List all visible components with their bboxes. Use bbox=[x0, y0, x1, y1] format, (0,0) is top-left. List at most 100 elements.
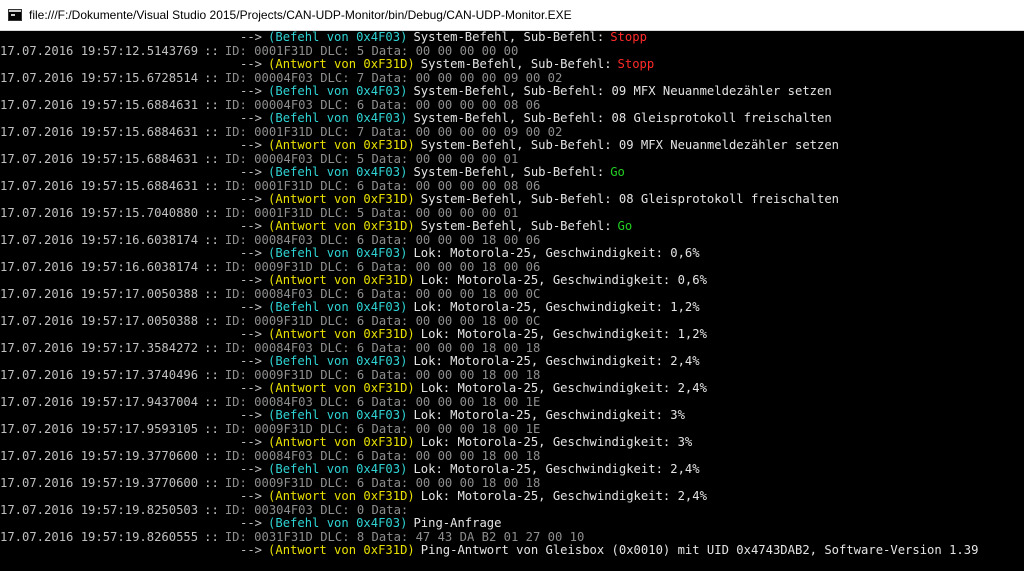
log-description: Lok: Motorola-25, Geschwindigkeit: 2,4% bbox=[413, 463, 700, 476]
log-description: System-Befehl, Sub-Befehl: bbox=[413, 166, 605, 179]
log-separator: :: bbox=[204, 179, 219, 193]
log-raw-data: ID: 00084F03 DLC: 6 Data: 00 00 00 18 00… bbox=[224, 287, 541, 301]
log-description: System-Befehl, Sub-Befehl: 08 Gleisproto… bbox=[420, 193, 840, 206]
log-raw-line: 17.07.2016 19:57:17.0050388:: ID: 0009F31… bbox=[0, 315, 1024, 329]
log-timestamp: 17.07.2016 19:57:19.8250503 bbox=[0, 503, 199, 517]
log-raw-data: ID: 00004F03 DLC: 7 Data: 00 00 00 00 09… bbox=[224, 71, 563, 85]
log-arrow: --> bbox=[240, 409, 263, 422]
log-timestamp: 17.07.2016 19:57:15.7040880 bbox=[0, 206, 199, 220]
log-description: System-Befehl, Sub-Befehl: bbox=[420, 220, 612, 233]
log-decoded-line: --> (Antwort von 0xF31D) System-Befehl, Su… bbox=[0, 58, 1024, 72]
log-description: Lok: Motorola-25, Geschwindigkeit: 0,6% bbox=[413, 247, 700, 260]
log-source: (Antwort von 0xF31D) bbox=[268, 193, 415, 206]
log-decoded-line: --> (Antwort von 0xF31D) Lok: Motorola-25,… bbox=[0, 328, 1024, 342]
log-raw-data: ID: 0009F31D DLC: 6 Data: 00 00 00 18 00… bbox=[224, 422, 541, 436]
log-timestamp: 17.07.2016 19:57:17.0050388 bbox=[0, 314, 199, 328]
log-decoded-line: --> (Befehl von 0x4F03) Lok: Motorola-25, … bbox=[0, 247, 1024, 261]
log-source: (Antwort von 0xF31D) bbox=[268, 436, 415, 449]
log-timestamp: 17.07.2016 19:57:16.6038174 bbox=[0, 233, 199, 247]
log-source: (Befehl von 0x4F03) bbox=[268, 355, 408, 368]
log-source: (Befehl von 0x4F03) bbox=[268, 166, 408, 179]
log-raw-data: ID: 0009F31D DLC: 6 Data: 00 00 00 18 00… bbox=[224, 260, 541, 274]
log-raw-data: ID: 00084F03 DLC: 6 Data: 00 00 00 18 00… bbox=[224, 449, 541, 463]
log-description: System-Befehl, Sub-Befehl: 08 Gleisproto… bbox=[413, 112, 832, 125]
log-decoded-line: --> (Befehl von 0x4F03) Lok: Motorola-25, … bbox=[0, 355, 1024, 369]
log-description: System-Befehl, Sub-Befehl: 09 MFX Neuanm… bbox=[413, 85, 832, 98]
log-arrow: --> bbox=[240, 85, 263, 98]
log-description: Lok: Motorola-25, Geschwindigkeit: 2,4% bbox=[420, 382, 707, 395]
log-arrow: --> bbox=[240, 382, 263, 395]
log-raw-data: ID: 0001F31D DLC: 7 Data: 00 00 00 00 09… bbox=[224, 125, 563, 139]
log-separator: :: bbox=[204, 341, 219, 355]
log-separator: :: bbox=[204, 530, 219, 544]
log-separator: :: bbox=[204, 314, 219, 328]
log-description: System-Befehl, Sub-Befehl: 09 MFX Neuanm… bbox=[420, 139, 840, 152]
log-description: Lok: Motorola-25, Geschwindigkeit: 1,2% bbox=[420, 328, 707, 341]
log-raw-line: 17.07.2016 19:57:16.6038174:: ID: 0009F31… bbox=[0, 261, 1024, 275]
log-separator: :: bbox=[204, 476, 219, 490]
log-description: Lok: Motorola-25, Geschwindigkeit: 3% bbox=[413, 409, 685, 422]
log-arrow: --> bbox=[240, 220, 263, 233]
log-separator: :: bbox=[204, 368, 219, 382]
log-separator: :: bbox=[204, 449, 219, 463]
log-source: (Antwort von 0xF31D) bbox=[268, 139, 415, 152]
log-timestamp: 17.07.2016 19:57:15.6884631 bbox=[0, 179, 199, 193]
log-arrow: --> bbox=[240, 517, 263, 530]
log-source: (Befehl von 0x4F03) bbox=[268, 112, 408, 125]
log-timestamp: 17.07.2016 19:57:17.9593105 bbox=[0, 422, 199, 436]
log-arrow: --> bbox=[240, 112, 263, 125]
log-decoded-line: --> (Antwort von 0xF31D) System-Befehl, Su… bbox=[0, 139, 1024, 153]
log-raw-data: ID: 0031F31D DLC: 8 Data: 47 43 DA B2 01… bbox=[224, 530, 585, 544]
log-raw-line: 17.07.2016 19:57:17.9437004:: ID: 00084F0… bbox=[0, 396, 1024, 410]
log-decoded-line: --> (Befehl von 0x4F03) Lok: Motorola-25, … bbox=[0, 463, 1024, 477]
log-raw-line: 17.07.2016 19:57:19.8250503:: ID: 00304F0… bbox=[0, 504, 1024, 518]
log-raw-line: 17.07.2016 19:57:17.3740496:: ID: 0009F31… bbox=[0, 369, 1024, 383]
log-status: Stopp bbox=[610, 31, 647, 44]
log-raw-data: ID: 00084F03 DLC: 6 Data: 00 00 00 18 00… bbox=[224, 341, 541, 355]
log-description: Lok: Motorola-25, Geschwindigkeit: 3% bbox=[420, 436, 693, 449]
log-raw-data: ID: 0009F31D DLC: 6 Data: 00 00 00 18 00… bbox=[224, 476, 541, 490]
log-timestamp: 17.07.2016 19:57:15.6728514 bbox=[0, 71, 199, 85]
log-timestamp: 17.07.2016 19:57:17.3584272 bbox=[0, 341, 199, 355]
log-status: Stopp bbox=[617, 58, 655, 71]
log-arrow: --> bbox=[240, 490, 263, 503]
log-description: System-Befehl, Sub-Befehl: bbox=[420, 58, 612, 71]
log-raw-line: 17.07.2016 19:57:15.6884631:: ID: 0001F31… bbox=[0, 180, 1024, 194]
log-raw-line: 17.07.2016 19:57:19.3770600:: ID: 00084F0… bbox=[0, 450, 1024, 464]
log-source: (Befehl von 0x4F03) bbox=[268, 463, 408, 476]
log-source: (Antwort von 0xF31D) bbox=[268, 490, 415, 503]
log-raw-data: ID: 0001F31D DLC: 5 Data: 00 00 00 00 00 bbox=[224, 44, 519, 58]
log-raw-line: 17.07.2016 19:57:17.3584272:: ID: 00084F0… bbox=[0, 342, 1024, 356]
log-raw-data: ID: 0009F31D DLC: 6 Data: 00 00 00 18 00… bbox=[224, 314, 541, 328]
log-description: Ping-Antwort von Gleisbox (0x0010) mit U… bbox=[420, 544, 979, 557]
title-bar[interactable]: file:///F:/Dokumente/Visual Studio 2015/… bbox=[0, 0, 1024, 31]
log-raw-line: 17.07.2016 19:57:19.3770600:: ID: 0009F31… bbox=[0, 477, 1024, 491]
log-timestamp: 17.07.2016 19:57:15.6884631 bbox=[0, 125, 199, 139]
log-raw-line: 17.07.2016 19:57:16.6038174:: ID: 00084F0… bbox=[0, 234, 1024, 248]
log-raw-data: ID: 00004F03 DLC: 5 Data: 00 00 00 00 01 bbox=[224, 152, 519, 166]
log-arrow: --> bbox=[240, 247, 263, 260]
log-decoded-line: --> (Befehl von 0x4F03) Lok: Motorola-25, … bbox=[0, 409, 1024, 423]
window-title: file:///F:/Dokumente/Visual Studio 2015/… bbox=[29, 8, 572, 22]
log-arrow: --> bbox=[240, 139, 263, 152]
log-arrow: --> bbox=[240, 193, 263, 206]
log-decoded-line: --> (Antwort von 0xF31D) Lok: Motorola-25,… bbox=[0, 274, 1024, 288]
log-raw-data: ID: 0009F31D DLC: 6 Data: 00 00 00 18 00… bbox=[224, 368, 541, 382]
log-source: (Befehl von 0x4F03) bbox=[268, 31, 408, 44]
log-decoded-line: --> (Befehl von 0x4F03) System-Befehl, Sub… bbox=[0, 166, 1024, 180]
log-source: (Antwort von 0xF31D) bbox=[268, 382, 415, 395]
log-arrow: --> bbox=[240, 274, 263, 287]
log-decoded-line: --> (Befehl von 0x4F03) System-Befehl, Sub… bbox=[0, 85, 1024, 99]
console-output[interactable]: --> (Befehl von 0x4F03) System-Befehl, Sub… bbox=[0, 31, 1024, 571]
console-app-icon bbox=[8, 9, 22, 21]
log-separator: :: bbox=[204, 71, 219, 85]
log-arrow: --> bbox=[240, 544, 263, 557]
log-decoded-line: --> (Antwort von 0xF31D) Lok: Motorola-25,… bbox=[0, 436, 1024, 450]
log-timestamp: 17.07.2016 19:57:17.0050388 bbox=[0, 287, 199, 301]
log-decoded-line: --> (Antwort von 0xF31D) Lok: Motorola-25,… bbox=[0, 382, 1024, 396]
log-arrow: --> bbox=[240, 301, 263, 314]
log-timestamp: 17.07.2016 19:57:19.3770600 bbox=[0, 476, 199, 490]
log-decoded-line: --> (Befehl von 0x4F03) Lok: Motorola-25, … bbox=[0, 301, 1024, 315]
log-raw-data: ID: 00084F03 DLC: 6 Data: 00 00 00 18 00… bbox=[224, 233, 541, 247]
log-raw-line: 17.07.2016 19:57:15.6884631:: ID: 0001F31… bbox=[0, 126, 1024, 140]
